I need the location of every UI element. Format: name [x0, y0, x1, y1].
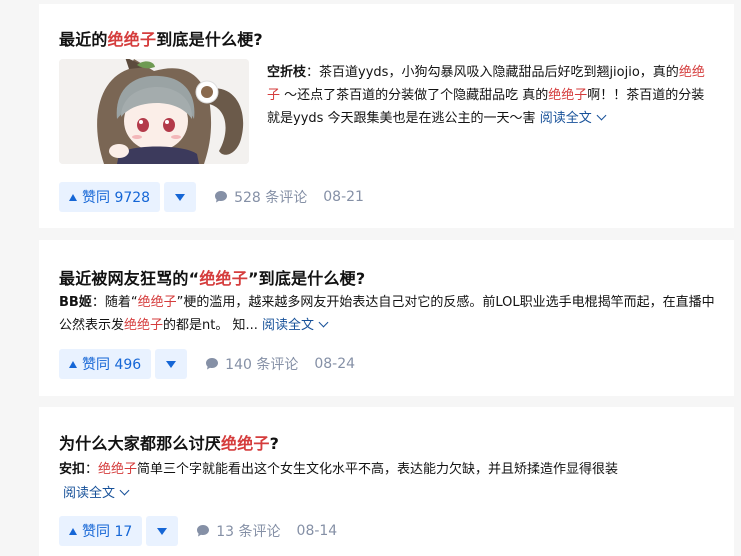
chevron-down-icon: [596, 110, 607, 121]
excerpt-highlight: 绝绝子: [137, 295, 177, 310]
triangle-up-icon: [69, 527, 77, 535]
author-separator: ：: [91, 295, 105, 310]
action-bar: 赞同 496 140 条评论 08-24: [59, 349, 355, 379]
title-highlight: 绝绝子: [199, 269, 248, 288]
comment-icon: [197, 525, 210, 537]
triangle-down-icon: [157, 527, 168, 535]
card-title[interactable]: 最近的绝绝子到底是什么梗?: [59, 26, 263, 50]
upvote-label: 赞同 9728: [82, 190, 151, 206]
author-separator: ：: [306, 65, 320, 80]
comment-icon: [206, 358, 219, 370]
answer-excerpt[interactable]: BB姬：随着“绝绝子”梗的滥用，越来越多网友开始表达自己对它的反感。前LOL职业…: [59, 291, 721, 337]
comments-count: 140 条评论: [225, 357, 299, 373]
triangle-up-icon: [69, 193, 77, 201]
title-text: 最近的: [59, 30, 108, 49]
downvote-button[interactable]: [164, 182, 197, 212]
read-more-link[interactable]: 阅读全文: [262, 317, 329, 333]
anime-girl-thumbnail-icon: [59, 59, 249, 164]
chevron-down-icon: [318, 317, 329, 328]
answer-excerpt[interactable]: 安扣：绝绝子简单三个字就能看出这个女生文化水平不高，表达能力欠缺，并且矫揉造作显…: [59, 458, 721, 481]
answer-card-2: 最近被网友狂骂的“绝绝子”到底是什么梗? BB姬：随着“绝绝子”梗的滥用，越来越…: [39, 240, 734, 396]
excerpt-text: 茶百道yyds，小狗勾暴风吸入隐藏甜品后好吃到翘jiojio，真的: [319, 65, 679, 80]
title-text: ?: [269, 434, 280, 453]
upvote-button[interactable]: 赞同 496: [59, 349, 152, 379]
excerpt-text: 随着“: [104, 295, 138, 310]
title-text: ”到底是什么梗?: [247, 269, 366, 288]
answer-date: 08-21: [323, 189, 364, 205]
title-highlight: 绝绝子: [221, 434, 270, 453]
read-more-label: 阅读全文: [539, 111, 592, 126]
answer-date: 08-24: [314, 356, 356, 372]
author-name[interactable]: 安扣: [59, 462, 85, 477]
triangle-up-icon: [69, 360, 77, 368]
action-bar: 赞同 17 13 条评论 08-14: [59, 516, 337, 546]
excerpt-text: 的都是nt。 知...: [163, 318, 263, 333]
card-title[interactable]: 最近被网友狂骂的“绝绝子”到底是什么梗?: [59, 265, 365, 289]
read-more-row: 阅读全文: [63, 482, 130, 505]
author-separator: ：: [85, 462, 99, 477]
card-title[interactable]: 为什么大家都那么讨厌绝绝子?: [59, 430, 279, 454]
upvote-button[interactable]: 赞同 17: [59, 516, 143, 546]
answer-card-3: 为什么大家都那么讨厌绝绝子? 安扣：绝绝子简单三个字就能看出这个女生文化水平不高…: [39, 407, 734, 556]
upvote-button[interactable]: 赞同 9728: [59, 182, 161, 212]
answer-date: 08-14: [296, 523, 338, 539]
excerpt-highlight: 绝绝子: [548, 88, 588, 103]
action-bar: 赞同 9728 528 条评论 08-21: [59, 182, 364, 212]
excerpt-text: 简单三个字就能看出这个女生文化水平不高，表达能力欠缺，并且矫揉造作显得很装: [137, 462, 619, 477]
read-more-label: 阅读全文: [63, 486, 116, 501]
title-text: 最近被网友狂骂的“: [59, 269, 200, 288]
read-more-label: 阅读全文: [262, 318, 315, 333]
read-more-link[interactable]: 阅读全文: [63, 485, 130, 501]
comments-button[interactable]: 140 条评论: [205, 354, 298, 374]
title-text: 到底是什么梗?: [156, 30, 263, 49]
excerpt-text: ～还点了茶百道的分装做了个隐藏甜品吃 真的: [280, 88, 549, 103]
answer-thumbnail[interactable]: [59, 59, 249, 164]
upvote-label: 赞同 496: [82, 357, 142, 373]
comments-button[interactable]: 13 条评论: [196, 521, 281, 541]
downvote-button[interactable]: [155, 349, 188, 379]
downvote-button[interactable]: [146, 516, 179, 546]
read-more-link[interactable]: 阅读全文: [539, 110, 607, 126]
title-text: 为什么大家都那么讨厌: [59, 434, 222, 453]
excerpt-highlight: 绝绝子: [98, 462, 138, 477]
comment-icon: [215, 191, 228, 203]
answer-excerpt[interactable]: 空折枝：茶百道yyds，小狗勾暴风吸入隐藏甜品后好吃到翘jiojio，真的绝绝子…: [267, 61, 712, 130]
excerpt-highlight: 绝绝子: [124, 318, 164, 333]
comments-count: 528 条评论: [234, 190, 308, 206]
triangle-down-icon: [175, 193, 186, 201]
upvote-label: 赞同 17: [82, 524, 133, 540]
chevron-down-icon: [119, 485, 130, 496]
comments-count: 13 条评论: [216, 524, 281, 540]
answer-card-1: 最近的绝绝子到底是什么梗? 空折枝：茶百道yyds，小狗勾暴风吸入隐藏甜品后好吃…: [39, 4, 734, 228]
author-name[interactable]: BB姬: [59, 295, 92, 310]
author-name[interactable]: 空折枝: [267, 65, 306, 80]
comments-button[interactable]: 528 条评论: [214, 187, 307, 207]
triangle-down-icon: [166, 360, 177, 368]
title-highlight: 绝绝子: [107, 30, 157, 49]
